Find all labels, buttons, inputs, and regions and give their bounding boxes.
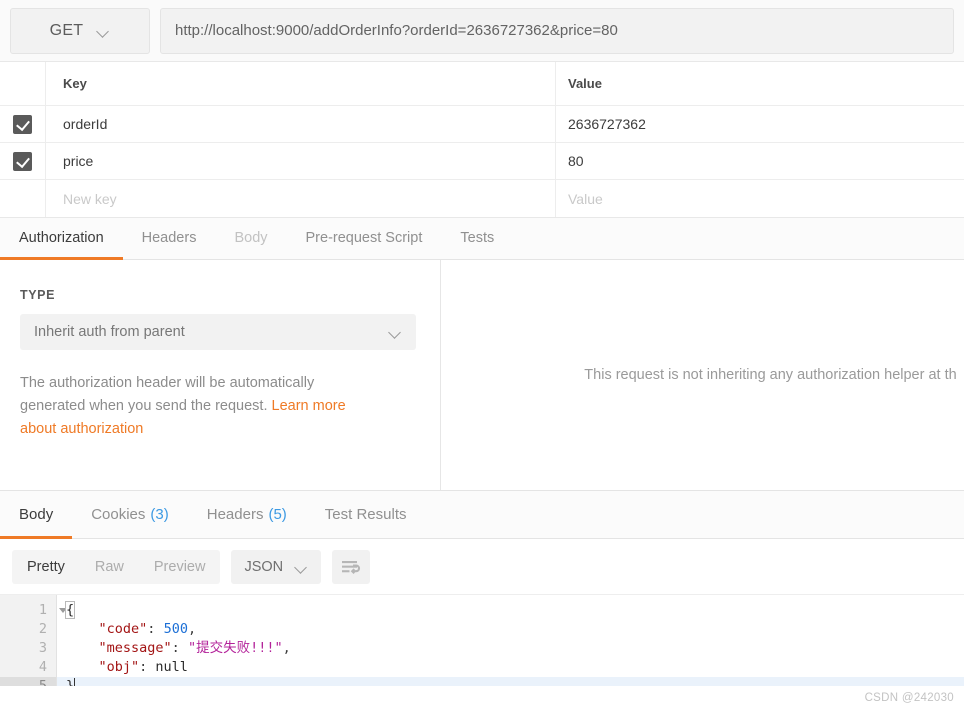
tab-response-cookies[interactable]: Cookies (3) <box>72 493 188 539</box>
json-sep: : <box>139 659 156 675</box>
query-params-table: Key Value orderId 2636727362 price 80 Ne… <box>0 62 964 218</box>
param-value-cell[interactable]: 80 <box>556 143 964 179</box>
param-value-text: 80 <box>568 153 584 169</box>
json-value-obj: null <box>155 659 188 675</box>
code-line-1: { <box>57 601 964 620</box>
chevron-down-icon <box>295 563 308 571</box>
view-mode-preview[interactable]: Preview <box>139 550 221 584</box>
tab-response-body[interactable]: Body <box>0 493 73 539</box>
param-value-cell[interactable]: 2636727362 <box>556 106 964 142</box>
param-key-cell[interactable]: orderId <box>46 106 556 142</box>
line-number-text: 1 <box>38 602 47 618</box>
auth-type-value: Inherit auth from parent <box>34 324 185 340</box>
checkbox-checked-icon[interactable] <box>13 114 32 134</box>
param-enabled-checkbox-cell[interactable] <box>0 143 46 179</box>
code-line-number-gutter: 1 2 3 4 5 <box>0 595 67 696</box>
tab-pre-request-script[interactable]: Pre-request Script <box>287 219 442 260</box>
json-key-code: "code" <box>98 621 148 637</box>
response-body-code-viewer: 1 2 3 4 5 { "code": 500, "message": "提交失… <box>0 595 964 696</box>
json-value-message: "提交失败!!!" <box>187 640 283 656</box>
json-comma: , <box>187 621 197 637</box>
tab-response-cookies-label: Cookies <box>91 506 146 523</box>
authorization-panel: TYPE Inherit auth from parent The author… <box>0 260 964 491</box>
response-toolbar: Pretty Raw Preview JSON <box>0 539 964 595</box>
line-number-text: 3 <box>38 640 47 656</box>
param-value-text: 2636727362 <box>568 116 646 132</box>
auth-inherit-message: This request is not inheriting any autho… <box>584 367 957 383</box>
line-number[interactable]: 1 <box>0 601 67 620</box>
json-key-message: "message" <box>98 640 172 656</box>
line-number[interactable]: 4 <box>0 658 56 677</box>
new-param-key-input[interactable]: New key <box>46 180 556 217</box>
http-method-label: GET <box>49 21 84 39</box>
column-header-key: Key <box>46 62 556 105</box>
new-param-value-input[interactable]: Value <box>556 180 964 217</box>
bottom-strip <box>0 686 964 710</box>
headers-count-badge: (5) <box>268 506 287 523</box>
line-number-text: 4 <box>38 659 47 675</box>
new-param-checkbox-cell <box>0 180 46 217</box>
line-number[interactable]: 2 <box>0 620 56 639</box>
auth-help-text: The authorization header will be automat… <box>20 372 370 441</box>
tab-tests[interactable]: Tests <box>441 219 513 260</box>
json-key-obj: "obj" <box>98 659 140 675</box>
code-content[interactable]: { "code": 500, "message": "提交失败!!!", "ob… <box>57 595 964 696</box>
table-row: orderId 2636727362 <box>0 106 964 143</box>
tab-response-body-label: Body <box>19 506 54 523</box>
request-tab-bar: Authorization Headers Body Pre-request S… <box>0 218 964 260</box>
new-value-placeholder: Value <box>568 190 603 207</box>
checkbox-checked-icon[interactable] <box>13 151 32 171</box>
tab-test-results-label: Test Results <box>324 506 407 523</box>
word-wrap-icon <box>342 560 361 574</box>
new-param-row: New key Value <box>0 180 964 217</box>
cookies-count-badge: (3) <box>150 506 169 523</box>
header-check-cell <box>0 62 46 105</box>
tab-test-results[interactable]: Test Results <box>306 493 426 539</box>
tab-response-headers[interactable]: Headers (5) <box>188 493 306 539</box>
watermark: CSDN @242030 <box>864 692 954 704</box>
json-value-code: 500 <box>163 621 188 637</box>
auth-type-select[interactable]: Inherit auth from parent <box>20 314 416 350</box>
response-tab-bar: Body Cookies (3) Headers (5) Test Result… <box>0 491 964 539</box>
json-open-brace: { <box>64 601 76 619</box>
view-mode-pretty[interactable]: Pretty <box>12 550 80 584</box>
auth-help-text-body: The authorization header will be automat… <box>20 375 315 414</box>
tab-authorization[interactable]: Authorization <box>0 219 123 260</box>
json-sep: : <box>171 640 188 656</box>
response-format-select[interactable]: JSON <box>231 549 322 584</box>
tab-body[interactable]: Body <box>215 219 286 260</box>
auth-settings-column: TYPE Inherit auth from parent The author… <box>0 260 441 490</box>
line-number[interactable]: 3 <box>0 639 56 658</box>
params-header-row: Key Value <box>0 62 964 106</box>
response-format-value: JSON <box>244 558 284 575</box>
param-key-text: orderId <box>63 116 108 132</box>
response-view-mode-group: Pretty Raw Preview <box>12 549 221 584</box>
chevron-down-icon <box>97 27 110 35</box>
param-key-text: price <box>63 153 94 169</box>
json-sep: : <box>147 621 164 637</box>
view-mode-raw[interactable]: Raw <box>80 550 139 584</box>
code-line-4: "obj": null <box>57 658 964 677</box>
json-comma: , <box>282 640 291 656</box>
code-line-2: "code": 500, <box>57 620 964 639</box>
http-method-select[interactable]: GET <box>10 7 150 54</box>
request-url-bar: GET http://localhost:9000/addOrderInfo?o… <box>0 0 964 62</box>
request-url-input[interactable]: http://localhost:9000/addOrderInfo?order… <box>160 7 954 54</box>
chevron-down-icon <box>389 328 402 336</box>
column-header-value: Value <box>568 76 602 91</box>
param-key-cell[interactable]: price <box>46 143 556 179</box>
table-row: price 80 <box>0 143 964 180</box>
line-number-text: 2 <box>38 621 47 637</box>
new-key-placeholder: New key <box>63 190 117 207</box>
param-enabled-checkbox-cell[interactable] <box>0 106 46 142</box>
auth-type-label: TYPE <box>20 288 56 302</box>
word-wrap-toggle-button[interactable] <box>332 549 371 584</box>
tab-response-headers-label: Headers <box>206 506 264 523</box>
tab-headers[interactable]: Headers <box>123 219 216 260</box>
code-line-3: "message": "提交失败!!!", <box>57 639 964 658</box>
auth-info-column: This request is not inheriting any autho… <box>441 260 964 490</box>
